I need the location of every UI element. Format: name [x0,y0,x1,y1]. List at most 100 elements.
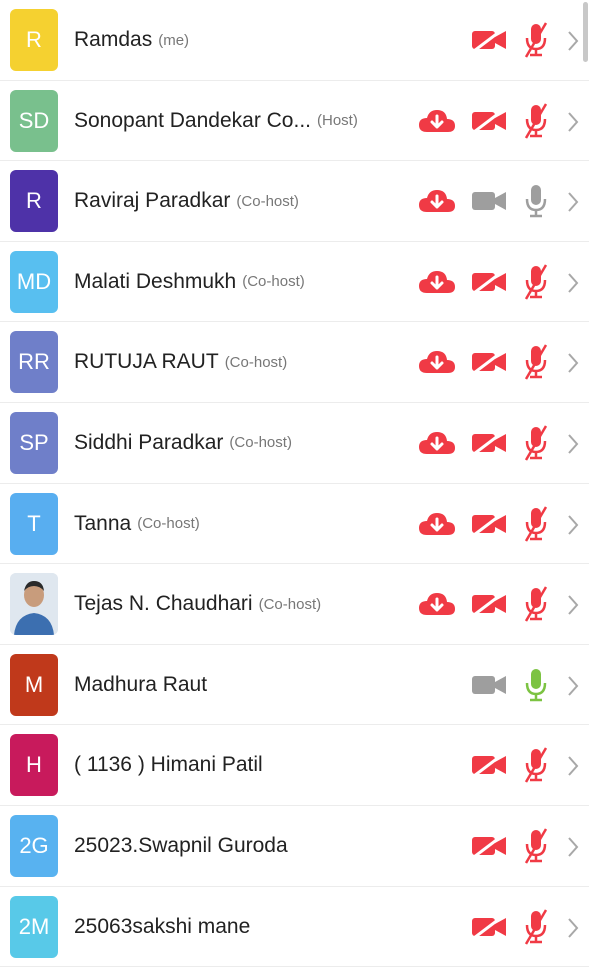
video-camera-icon [470,189,508,213]
chevron-right-icon[interactable] [566,30,580,52]
participant-name: Tanna [74,511,132,535]
video-off-icon [470,833,508,859]
avatar-initials: T [27,510,41,536]
avatar: RR [10,331,58,394]
avatar-initials: 2M [18,913,50,939]
chevron-right-icon[interactable] [566,594,580,616]
avatar: R [10,170,58,233]
participant-role: (Co-host) [137,515,200,533]
participant-row[interactable]: R Ramdas (me) [0,0,589,81]
avatar: MD [10,250,58,313]
cloud-recording-icon [418,188,456,214]
participant-row[interactable]: H ( 1136 ) Himani Patil [0,725,589,806]
chevron-right-icon[interactable] [566,352,580,374]
participant-row[interactable]: M Madhura Raut [0,645,589,726]
participant-row[interactable]: R Raviraj Paradkar (Co-host) [0,161,589,242]
participant-name-wrap: ( 1136 ) Himani Patil [74,725,263,805]
avatar: T [10,492,58,555]
cloud-recording-icon [418,349,456,375]
participant-name-wrap: Madhura Raut [74,645,207,725]
cloud-recording-icon [418,591,456,617]
video-off-icon [470,430,508,456]
microphone-muted-icon [521,747,551,783]
cloud-recording-icon [418,269,456,295]
participant-row[interactable]: T Tanna (Co-host) [0,484,589,565]
participant-role: (Co-host) [242,273,305,291]
participant-name-wrap: Tanna (Co-host) [74,484,200,564]
avatar: SP [10,411,58,474]
participant-role: (Host) [317,112,358,130]
participant-name-wrap: RUTUJA RAUT (Co-host) [74,322,287,402]
participant-name-wrap: 25023.Swapnil Guroda [74,806,288,886]
avatar-initials: SP [19,429,49,455]
microphone-muted-icon [521,264,551,300]
avatar: 2G [10,814,58,877]
avatar: M [10,653,58,716]
avatar-initials: SD [18,107,50,133]
participant-row[interactable]: SP Siddhi Paradkar (Co-host) [0,403,589,484]
participant-role: (Co-host) [258,595,322,613]
participant-name-wrap: Sonopant Dandekar Co... (Host) [74,81,358,161]
avatar-initials: R [26,27,42,52]
microphone-muted-icon [521,828,551,864]
avatar: 2M [10,895,58,958]
avatar-initials: R [26,188,42,214]
participant-name: Madhura Raut [74,672,208,696]
participant-name: Raviraj Paradkar [74,189,231,213]
video-camera-icon [470,673,508,697]
participants-list: R Ramdas (me) SD Sonopant Dandekar Co... (Hos… [0,0,589,967]
video-off-icon [470,108,508,133]
microphone-muted-icon [521,586,551,622]
microphone-muted-icon [521,22,551,58]
participant-row[interactable]: RR RUTUJA RAUT (Co-host) [0,322,589,403]
participant-row[interactable]: Tejas N. Chaudhari (Co-host) [0,564,589,645]
avatar-initials: H [26,752,42,778]
video-off-icon [470,753,508,778]
avatar-initials: M [24,671,44,697]
avatar: R [10,9,58,71]
participant-name: 25063sakshi mane [74,914,251,938]
microphone-active-icon [521,667,551,703]
chevron-right-icon[interactable] [566,917,580,939]
participant-name-wrap: Ramdas (me) [74,0,189,80]
participant-row[interactable]: SD Sonopant Dandekar Co... (Host) [0,81,589,162]
cloud-recording-icon [418,108,456,134]
microphone-muted-icon [521,425,551,461]
chevron-right-icon[interactable] [566,433,580,455]
chevron-right-icon[interactable] [566,836,580,858]
participant-name: ( 1136 ) Himani Patil [74,753,263,777]
microphone-muted-icon [521,908,551,945]
participant-name: Malati Deshmukh [74,269,237,293]
video-off-icon [470,27,508,53]
cloud-recording-icon [418,430,456,456]
chevron-right-icon[interactable] [566,272,580,294]
video-off-icon [470,511,508,536]
chevron-right-icon[interactable] [566,191,580,213]
avatar-initials: MD [16,268,52,294]
participant-name-wrap: Malati Deshmukh (Co-host) [74,242,305,322]
participant-role: (me) [158,31,190,49]
participant-role: (Co-host) [236,192,299,210]
participant-row[interactable]: 2M 25063sakshi mane [0,887,589,967]
participant-row[interactable]: 2G 25023.Swapnil Guroda [0,806,589,887]
participant-name-wrap: Raviraj Paradkar (Co-host) [74,161,299,241]
scrollbar[interactable] [583,2,588,62]
chevron-right-icon[interactable] [566,514,580,536]
participant-name: Ramdas [74,28,153,51]
participant-name: RUTUJA RAUT [74,350,219,374]
chevron-right-icon[interactable] [566,755,580,777]
avatar: H [10,734,58,797]
participant-name-wrap: Siddhi Paradkar (Co-host) [74,403,292,483]
microphone-muted-icon [521,102,551,139]
video-off-icon [470,914,508,939]
chevron-right-icon[interactable] [566,111,580,133]
participant-name: Sonopant Dandekar Co... [74,108,311,132]
chevron-right-icon[interactable] [566,675,580,697]
avatar-initials: 2G [19,832,49,858]
video-off-icon [470,269,508,294]
avatar [10,573,58,636]
participant-role: (Co-host) [224,353,288,371]
participant-name-wrap: 25063sakshi mane [74,887,250,967]
participant-row[interactable]: MD Malati Deshmukh (Co-host) [0,242,589,323]
microphone-muted-icon [521,344,551,381]
